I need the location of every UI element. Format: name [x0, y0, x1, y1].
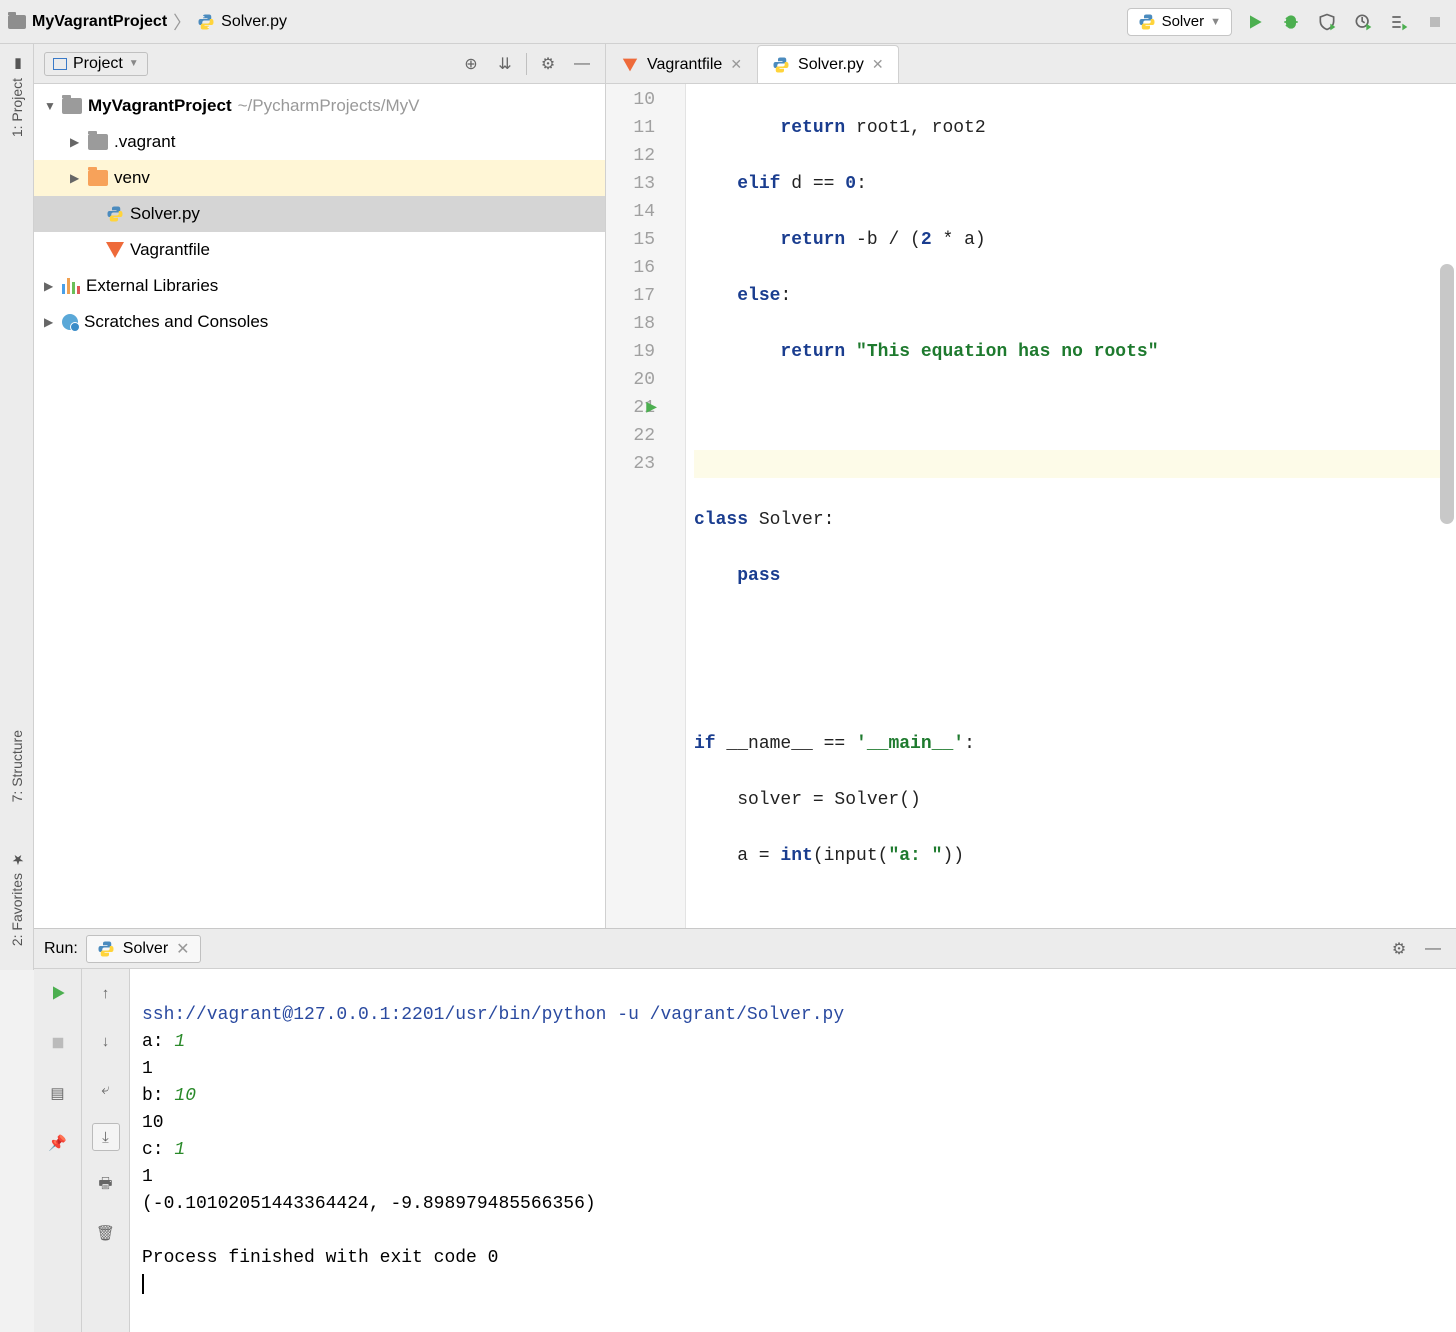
close-icon[interactable]: ✕ [872, 56, 884, 73]
breadcrumb[interactable]: MyVagrantProject 〉 Solver.py [8, 9, 287, 35]
chevron-down-icon: ▼ [1210, 16, 1221, 28]
scroll-to-end-icon[interactable]: ⤓ [92, 1123, 120, 1151]
tab-structure[interactable]: 7: Structure [5, 726, 29, 806]
stop-button[interactable] [44, 1029, 72, 1057]
tree-file-vagrantfile[interactable]: Vagrantfile [34, 232, 605, 268]
vertical-scrollbar[interactable] [1440, 134, 1454, 918]
code-body[interactable]: return root1, root2 elif d == 0: return … [686, 84, 1456, 928]
run-header: Run: Solver ✕ ⚙ — [34, 929, 1456, 969]
run-gutter-icon[interactable]: ▶ [646, 394, 657, 422]
sidebar-header: Project ▼ ⊕ ⇊ ⚙ — [34, 44, 605, 84]
locate-icon[interactable]: ⊕ [458, 51, 484, 77]
collapse-all-icon[interactable]: ⇊ [492, 51, 518, 77]
tree-folder-vagrant[interactable]: ▶ .vagrant [34, 124, 605, 160]
tree-file-solver[interactable]: Solver.py [34, 196, 605, 232]
chevron-right-icon: ▶ [44, 279, 56, 293]
layout-button[interactable]: ▤ [44, 1079, 72, 1107]
hide-icon[interactable]: — [569, 51, 595, 77]
chevron-down-icon: ▼ [44, 99, 56, 113]
rerun-button[interactable] [44, 979, 72, 1007]
breadcrumb-project: MyVagrantProject [32, 13, 167, 31]
tree-root[interactable]: ▼ MyVagrantProject ~/PycharmProjects/MyV [34, 88, 605, 124]
gutter[interactable]: 10 11 12 13 14 15 16 17 18 19 20 21 22 2… [606, 84, 686, 928]
coverage-button[interactable] [1314, 9, 1340, 35]
tab-project[interactable]: 1: Project ▮ [5, 52, 29, 141]
close-icon[interactable]: ✕ [730, 56, 742, 73]
top-toolbar: MyVagrantProject 〉 Solver.py Solver ▼ [0, 0, 1456, 44]
gear-icon[interactable]: ⚙ [1386, 936, 1412, 962]
run-controls-left: ▤ 📌 [34, 969, 82, 1332]
project-sidebar: Project ▼ ⊕ ⇊ ⚙ — ▼ MyVagrantProject ~/P… [34, 44, 606, 928]
folder-icon [88, 170, 108, 186]
gear-icon[interactable]: ⚙ [535, 51, 561, 77]
libraries-icon [62, 278, 80, 294]
window-icon [53, 58, 67, 70]
folder-icon [88, 134, 108, 150]
chevron-down-icon: ▼ [129, 58, 139, 69]
folder-icon: ▮ [9, 56, 25, 72]
run-controls-right: ↑ ↓ ⤶ ⤓ 🖶 🗑 [82, 969, 130, 1332]
scratches-icon [62, 314, 78, 330]
console-command: ssh://vagrant@127.0.0.1:2201/usr/bin/pyt… [142, 1005, 844, 1025]
print-icon[interactable]: 🖶 [92, 1171, 120, 1199]
debug-button[interactable] [1278, 9, 1304, 35]
console-output[interactable]: ssh://vagrant@127.0.0.1:2201/usr/bin/pyt… [130, 969, 1456, 1332]
run-label: Run: [44, 940, 78, 958]
pin-button[interactable]: 📌 [44, 1129, 72, 1157]
python-icon [97, 940, 115, 958]
folder-icon [62, 98, 82, 114]
editor-tabs: Vagrantfile ✕ Solver.py ✕ [606, 44, 1456, 84]
project-view-selector[interactable]: Project ▼ [44, 52, 148, 76]
tab-vagrantfile[interactable]: Vagrantfile ✕ [606, 45, 757, 83]
concurrency-button[interactable] [1386, 9, 1412, 35]
wrap-icon[interactable]: ⤶ [92, 1075, 120, 1103]
star-icon: ★ [9, 851, 25, 867]
python-file-icon [197, 13, 215, 31]
chevron-right-icon: ▶ [70, 171, 82, 185]
run-config-name: Solver [1162, 13, 1205, 30]
left-tool-strip: 1: Project ▮ 7: Structure 2: Favorites ★ [0, 44, 34, 970]
chevron-right-icon: ▶ [70, 135, 82, 149]
vagrant-icon [106, 242, 124, 258]
vagrant-icon [623, 58, 637, 71]
stop-button[interactable] [1422, 9, 1448, 35]
tree-scratches[interactable]: ▶ Scratches and Consoles [34, 304, 605, 340]
folder-icon [8, 15, 26, 29]
close-icon[interactable]: ✕ [176, 939, 189, 959]
breadcrumb-file: Solver.py [221, 13, 287, 31]
python-file-icon [106, 205, 124, 223]
hide-icon[interactable]: — [1420, 936, 1446, 962]
chevron-right-icon: 〉 [173, 9, 191, 35]
code-editor[interactable]: 10 11 12 13 14 15 16 17 18 19 20 21 22 2… [606, 84, 1456, 928]
run-config-selector[interactable]: Solver ▼ [1127, 8, 1232, 36]
run-button[interactable] [1242, 9, 1268, 35]
cursor [142, 1274, 144, 1294]
editor-pane: Vagrantfile ✕ Solver.py ✕ 10 11 12 13 14… [606, 44, 1456, 928]
run-tab[interactable]: Solver ✕ [86, 935, 201, 963]
chevron-right-icon: ▶ [44, 315, 56, 329]
run-tool-window: Run: Solver ✕ ⚙ — ▤ 📌 ↑ ↓ ⤶ ⤓ 🖶 [34, 928, 1456, 1332]
tree-external-libs[interactable]: ▶ External Libraries [34, 268, 605, 304]
down-icon[interactable]: ↓ [92, 1027, 120, 1055]
trash-icon[interactable]: 🗑 [92, 1219, 120, 1247]
python-file-icon [772, 56, 790, 74]
tree-folder-venv[interactable]: ▶ venv [34, 160, 605, 196]
up-icon[interactable]: ↑ [92, 979, 120, 1007]
project-tree[interactable]: ▼ MyVagrantProject ~/PycharmProjects/MyV… [34, 84, 605, 928]
tab-favorites[interactable]: 2: Favorites ★ [5, 847, 29, 950]
tab-solver[interactable]: Solver.py ✕ [757, 45, 899, 83]
python-icon [1138, 13, 1156, 31]
profile-button[interactable] [1350, 9, 1376, 35]
